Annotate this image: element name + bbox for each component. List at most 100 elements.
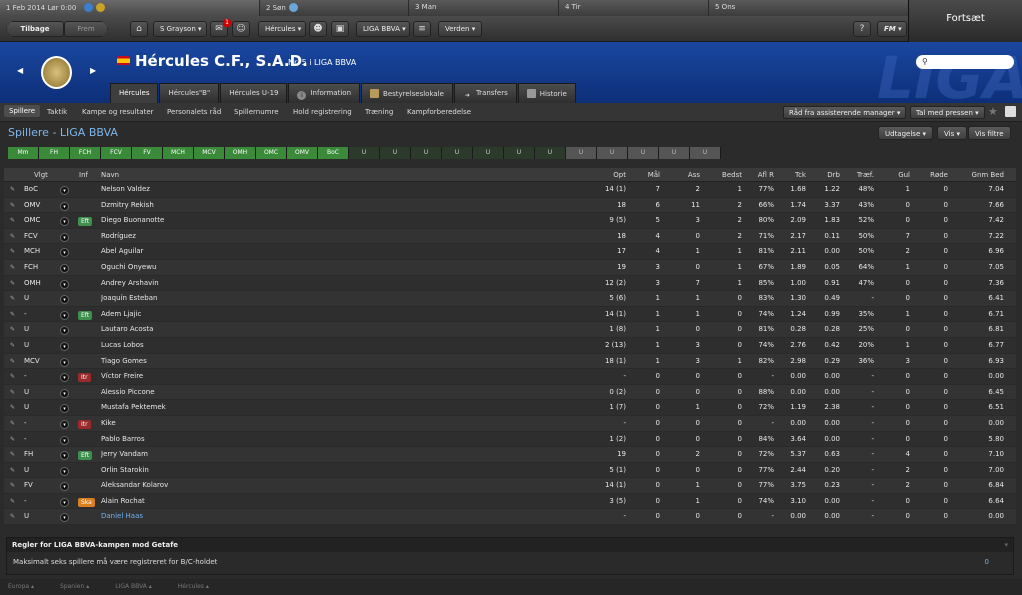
- lineup-slot[interactable]: FV: [132, 147, 163, 159]
- calendar-day-current[interactable]: 1 Feb 2014 Lør 0:00: [0, 0, 260, 16]
- cell-name[interactable]: Abel Aguilar: [101, 244, 401, 259]
- subnav-squad-numbers[interactable]: Spillernumre: [234, 108, 279, 116]
- cell-name[interactable]: Orlin Starokin: [101, 463, 401, 478]
- staff-icon[interactable]: ▣: [331, 21, 349, 37]
- edit-pencil-icon[interactable]: ✎: [10, 478, 20, 493]
- collapse-icon[interactable]: ▾: [1004, 541, 1008, 549]
- edit-pencil-icon[interactable]: ✎: [10, 338, 20, 353]
- tab-history[interactable]: Historie: [517, 83, 576, 103]
- tab-transfers[interactable]: ➜ Transfers: [453, 83, 517, 103]
- list-icon[interactable]: ≡: [413, 21, 431, 37]
- lineup-slot[interactable]: OMV: [287, 147, 318, 159]
- lineup-slot[interactable]: U: [597, 147, 628, 159]
- subnav-staff-advice[interactable]: Personalets råd: [167, 108, 221, 116]
- table-row[interactable]: ✎ ▾ U Orlin Starokin 5 (1) 0 0 0 77% 2.44 0.20-2 0 7…: [4, 462, 1016, 479]
- edit-pencil-icon[interactable]: ✎: [10, 244, 20, 259]
- status-badge[interactable]: Itr: [78, 419, 91, 429]
- table-row[interactable]: ✎ ▾ MCV Tiago Gomes 18 (1) 1 3 1 82% 2.98 0.29 36% 3…: [4, 353, 1016, 370]
- col-pom[interactable]: Bedst: [708, 168, 742, 181]
- table-row[interactable]: ✎ ▾ U Alessio Piccone 0 (2) 0 0 0 88% 0.00 0.00-0 0…: [4, 384, 1016, 401]
- table-row[interactable]: ✎ ▾ FCH Oguchi Onyewu 19 3 0 1 67% 1.89 0.05 64% 1 0 7…: [4, 259, 1016, 276]
- lineup-slot[interactable]: BoC: [318, 147, 349, 159]
- edit-pencil-icon[interactable]: ✎: [10, 260, 20, 275]
- search-input[interactable]: ⚲: [916, 55, 1014, 69]
- edit-pencil-icon[interactable]: ✎: [10, 276, 20, 291]
- subnav-registration[interactable]: Hold registrering: [293, 108, 352, 116]
- lineup-slot[interactable]: U: [690, 147, 721, 159]
- back-button[interactable]: Tilbage: [6, 21, 64, 37]
- tab-hercules-u19[interactable]: Hércules U-19: [220, 83, 288, 103]
- edit-pencil-icon[interactable]: ✎: [10, 385, 20, 400]
- table-row[interactable]: ✎ ▾ MCH Abel Aguilar 17 4 1 1 81% 2.11 0.00 50% 2 0 6.…: [4, 244, 1016, 260]
- table-row[interactable]: ✎ ▾ U Joaquín Esteban 5 (6) 1 1 0 83% 1.30 0.49-0 0…: [4, 291, 1016, 307]
- subnav-tactics[interactable]: Taktik: [47, 108, 67, 116]
- calendar-day-2[interactable]: 2 Søn: [260, 0, 409, 16]
- cell-name[interactable]: Tiago Gomes: [101, 354, 401, 369]
- prev-club-arrow-icon[interactable]: ◀: [17, 66, 23, 75]
- club-menu[interactable]: Hércules: [258, 21, 306, 37]
- cell-name[interactable]: Dzmitry Rekish: [101, 198, 401, 213]
- table-row[interactable]: ✎ ▾ Eft - Adem Ljajic 14 (1) 1 1 0 74% 1.24 0.99 35%…: [4, 306, 1016, 323]
- tab-boardroom[interactable]: Bestyrelseslokale: [361, 83, 453, 103]
- lineup-slot[interactable]: U: [659, 147, 690, 159]
- cell-name[interactable]: Diego Buonanotte: [101, 213, 401, 228]
- col-goals[interactable]: Mål: [634, 168, 660, 181]
- assistant-advice-button[interactable]: Råd fra assisterende manager: [783, 106, 907, 119]
- world-menu[interactable]: Verden: [438, 21, 482, 37]
- lineup-slot[interactable]: U: [411, 147, 442, 159]
- notes-icon[interactable]: [1005, 106, 1016, 117]
- status-badge[interactable]: Eft: [78, 310, 93, 320]
- col-info[interactable]: Inf: [79, 168, 88, 181]
- subnav-fixtures[interactable]: Kampe og resultater: [82, 108, 154, 116]
- status-badge[interactable]: Ska: [78, 497, 95, 507]
- edit-pencil-icon[interactable]: ✎: [10, 400, 20, 415]
- cell-name[interactable]: Lautaro Acosta: [101, 322, 401, 337]
- col-shot-accuracy[interactable]: Træf.: [846, 168, 874, 181]
- cell-name[interactable]: Alain Rochat: [101, 494, 401, 509]
- lineup-slot[interactable]: U: [504, 147, 535, 159]
- lineup-slot[interactable]: U: [628, 147, 659, 159]
- table-row[interactable]: ✎ ▾ Itr - Kike -0 0 0-0.00 0.00-0 0 0.00: [4, 415, 1016, 432]
- table-row[interactable]: ✎ ▾ Eft OMC Diego Buonanotte 9 (5) 5 3 2 80% 2.09 1…: [4, 213, 1016, 229]
- cell-name[interactable]: Rodríguez: [101, 229, 401, 244]
- edit-pencil-icon[interactable]: ✎: [10, 494, 20, 509]
- col-yellow[interactable]: Gul: [884, 168, 910, 181]
- breadcrumb-europe[interactable]: Europa ▴: [8, 579, 34, 595]
- cell-name[interactable]: Andrey Arshavin: [101, 276, 401, 291]
- lineup-slot[interactable]: MCV: [194, 147, 225, 159]
- subnav-players[interactable]: Spillere: [4, 105, 41, 117]
- forward-button[interactable]: Frem: [64, 21, 108, 37]
- col-dribbles[interactable]: Drb: [812, 168, 840, 181]
- table-row[interactable]: ✎ ▾ BoC Nelson Valdez 14 (1) 7 2 1 77% 1.68 1.22 48…: [4, 182, 1016, 198]
- col-name[interactable]: Navn: [101, 168, 119, 181]
- lineup-slot[interactable]: U: [473, 147, 504, 159]
- calendar-day-5[interactable]: 5 Ons: [709, 0, 908, 16]
- lineup-slot[interactable]: U: [566, 147, 597, 159]
- lineup-slot[interactable]: U: [380, 147, 411, 159]
- calendar-day-3[interactable]: 3 Man: [409, 0, 559, 16]
- help-icon[interactable]: ?: [853, 21, 871, 37]
- lineup-slot[interactable]: U: [442, 147, 473, 159]
- show-filters-button[interactable]: Vis filtre: [968, 126, 1011, 140]
- col-selection[interactable]: Vlgt: [34, 168, 48, 181]
- lineup-slot[interactable]: FCV: [101, 147, 132, 159]
- edit-pencil-icon[interactable]: ✎: [10, 509, 20, 524]
- table-row[interactable]: ✎ ▾ U Daniel Haas -0 0 0-0.00 0.00-0 0 0.00: [4, 509, 1016, 526]
- cell-name[interactable]: Daniel Haas: [101, 509, 401, 524]
- lineup-slot[interactable]: FCH: [70, 147, 101, 159]
- table-row[interactable]: ✎ ▾ FCV Rodríguez 18 4 0 2 71% 2.17 0.11 50% 7 0 7.22: [4, 228, 1016, 245]
- contacts-icon[interactable]: ☺: [232, 21, 250, 37]
- col-apps[interactable]: Opt: [584, 168, 626, 181]
- edit-pencil-icon[interactable]: ✎: [10, 213, 20, 228]
- tab-information[interactable]: i Information: [288, 83, 361, 103]
- cell-name[interactable]: Jerry Vandam: [101, 447, 401, 462]
- status-badge[interactable]: Itr: [78, 373, 91, 383]
- league-menu[interactable]: LIGA BBVA: [356, 21, 410, 37]
- lineup-slot[interactable]: OMC: [256, 147, 287, 159]
- edit-pencil-icon[interactable]: ✎: [10, 416, 20, 431]
- edit-pencil-icon[interactable]: ✎: [10, 198, 20, 213]
- table-row[interactable]: ✎ ▾ Ska - Alain Rochat 3 (5) 0 1 0 74% 3.10 0.00-0 0…: [4, 493, 1016, 510]
- edit-pencil-icon[interactable]: ✎: [10, 322, 20, 337]
- calendar-day-4[interactable]: 4 Tir: [559, 0, 709, 16]
- tab-hercules-b[interactable]: Hércules"B": [159, 83, 220, 103]
